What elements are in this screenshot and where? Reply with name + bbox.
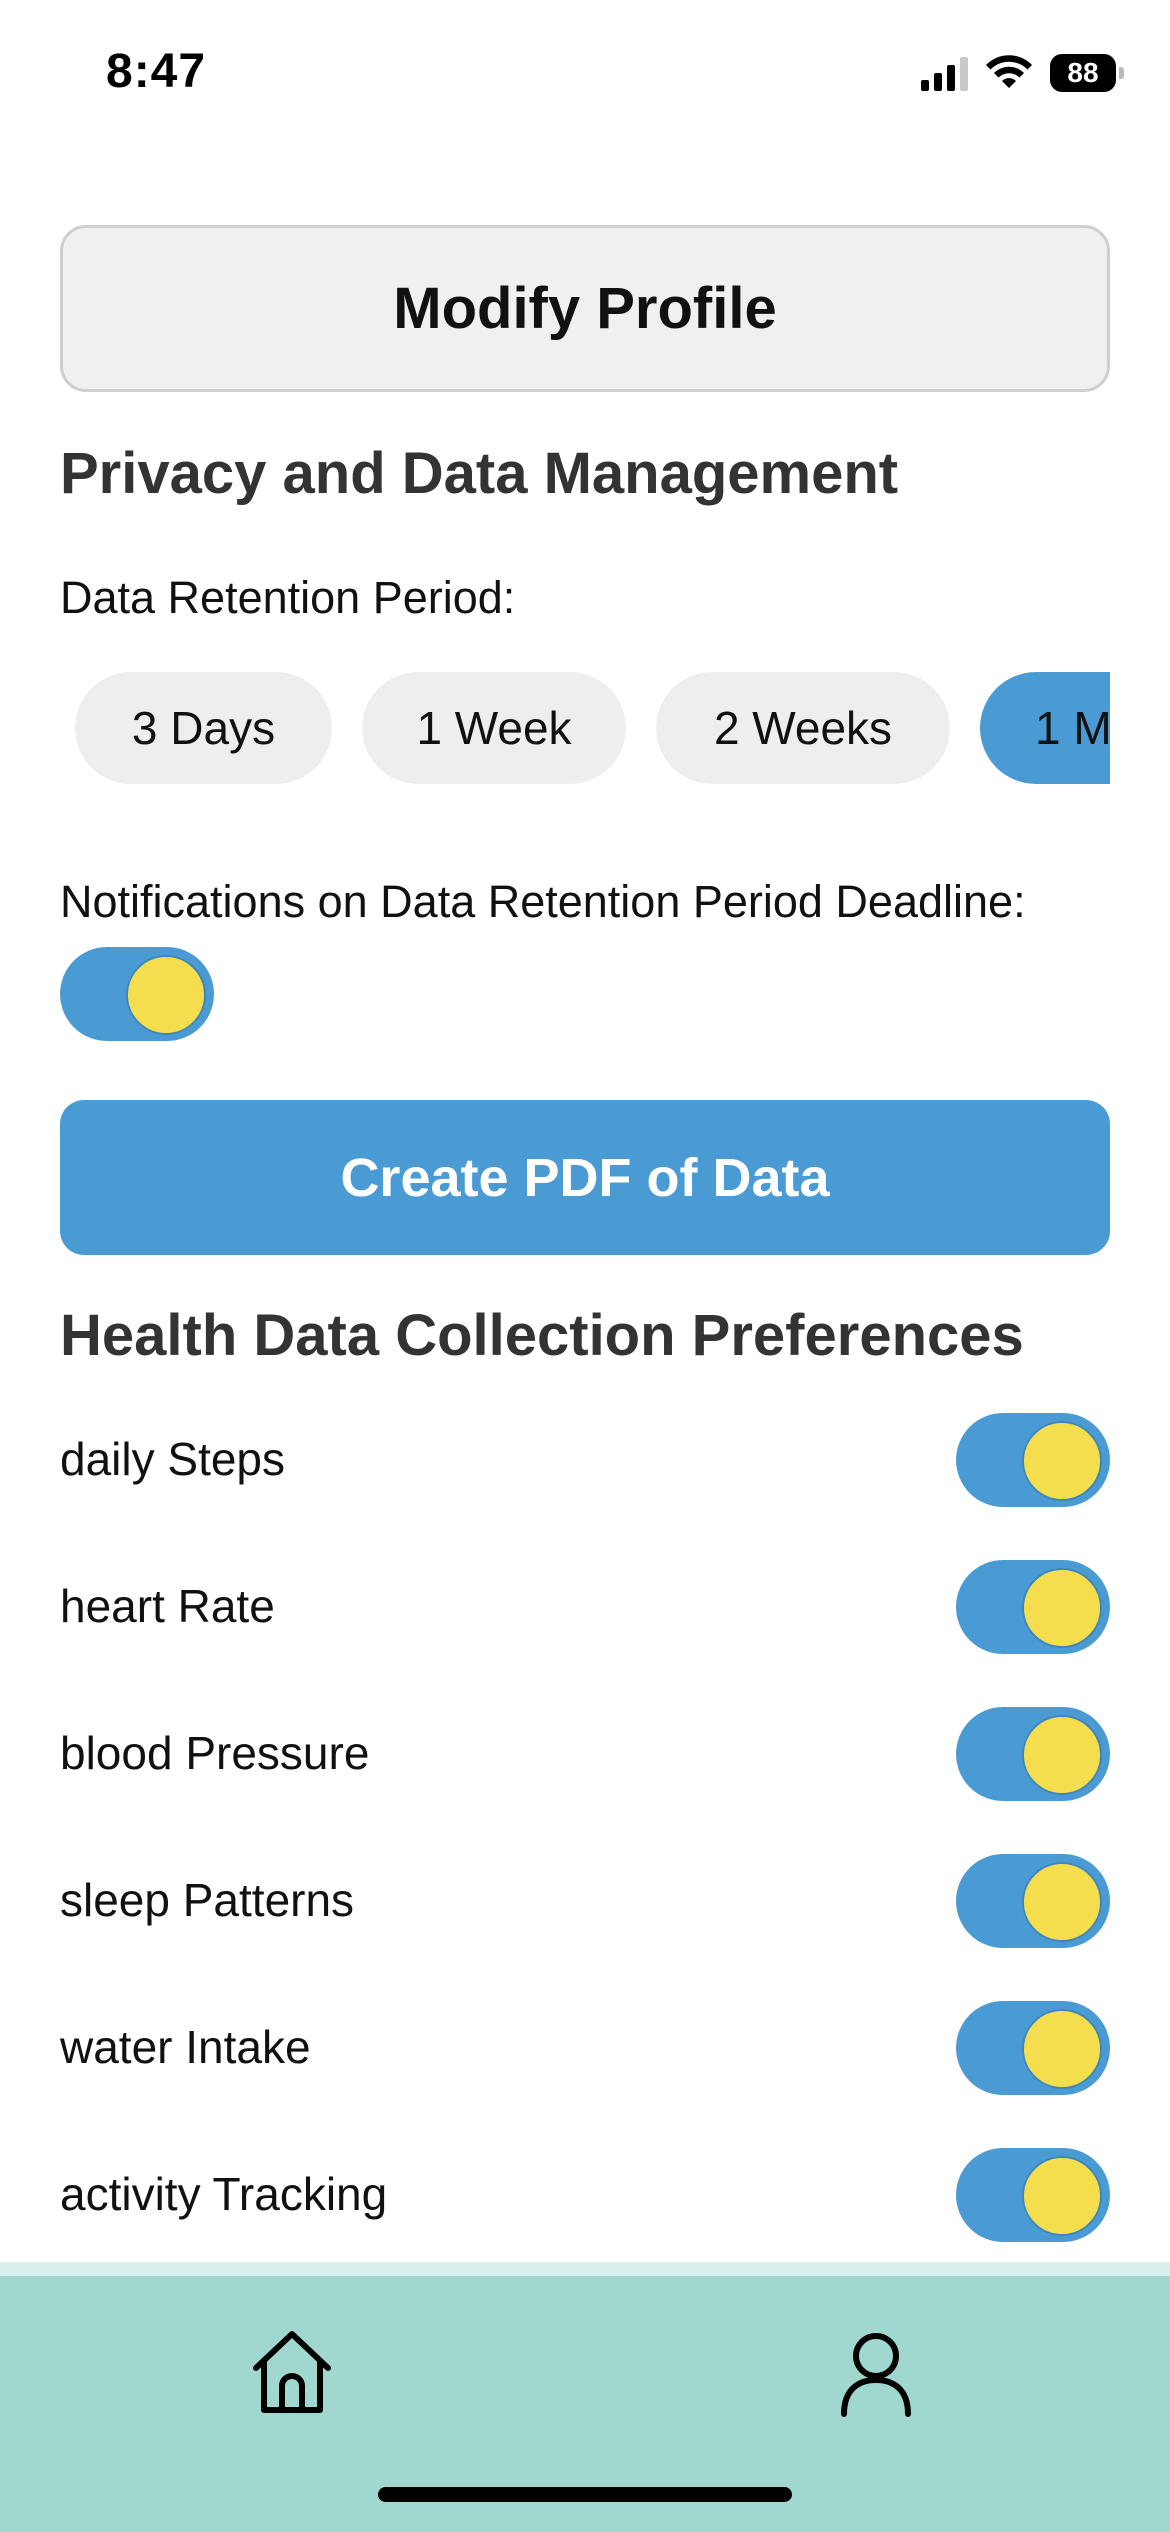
toggle-knob (1022, 2156, 1102, 2236)
toggle-knob (1022, 1715, 1102, 1795)
home-indicator[interactable] (378, 2487, 792, 2502)
battery-level: 88 (1067, 57, 1099, 88)
settings-screen: 8:47 88 Modify Profile Privacy and Data … (0, 0, 1170, 2532)
toggle-knob (1022, 1862, 1102, 1942)
toggle-blood-pressure[interactable] (956, 1707, 1110, 1801)
pref-label-activity-tracking: activity Tracking (60, 2168, 388, 2220)
retention-option-1-month[interactable]: 1 M (980, 672, 1110, 784)
toggle-knob (1022, 1568, 1102, 1648)
notifications-toggle[interactable] (60, 947, 214, 1041)
retention-option-1-week[interactable]: 1 Week (362, 672, 626, 784)
battery-icon: 88 (1050, 54, 1124, 92)
pref-label-blood-pressure: blood Pressure (60, 1727, 370, 1779)
toggle-heart-rate[interactable] (956, 1560, 1110, 1654)
health-section-title: Health Data Collection Preferences (60, 1303, 1024, 1368)
nav-divider (0, 2262, 1170, 2276)
status-icons: 88 (921, 50, 1124, 96)
pref-label-water-intake: water Intake (60, 2021, 311, 2073)
toggle-knob (1022, 1421, 1102, 1501)
retention-period-label: Data Retention Period: (60, 572, 516, 623)
notifications-label: Notifications on Data Retention Period D… (60, 876, 1026, 927)
toggle-daily-steps[interactable] (956, 1413, 1110, 1507)
retention-option-2-weeks[interactable]: 2 Weeks (656, 672, 950, 784)
wifi-icon (986, 55, 1032, 88)
status-bar: 8:47 88 (0, 0, 1170, 150)
retention-options: 3 Days 1 Week 2 Weeks 1 M (60, 672, 1110, 784)
retention-option-3-days[interactable]: 3 Days (75, 672, 332, 784)
toggle-knob (126, 955, 206, 1035)
status-time: 8:47 (106, 45, 207, 98)
modify-profile-button[interactable]: Modify Profile (60, 225, 1110, 392)
toggle-knob (1022, 2009, 1102, 2089)
pref-label-sleep-patterns: sleep Patterns (60, 1874, 355, 1926)
pref-label-daily-steps: daily Steps (60, 1433, 286, 1485)
privacy-section-title: Privacy and Data Management (60, 441, 899, 506)
profile-icon[interactable] (826, 2322, 926, 2422)
toggle-activity-tracking[interactable] (956, 2148, 1110, 2242)
pref-label-heart-rate: heart Rate (60, 1580, 275, 1632)
cellular-signal-icon (921, 55, 968, 91)
home-icon[interactable] (242, 2322, 342, 2422)
create-pdf-button[interactable]: Create PDF of Data (60, 1100, 1110, 1255)
toggle-sleep-patterns[interactable] (956, 1854, 1110, 1948)
toggle-water-intake[interactable] (956, 2001, 1110, 2095)
